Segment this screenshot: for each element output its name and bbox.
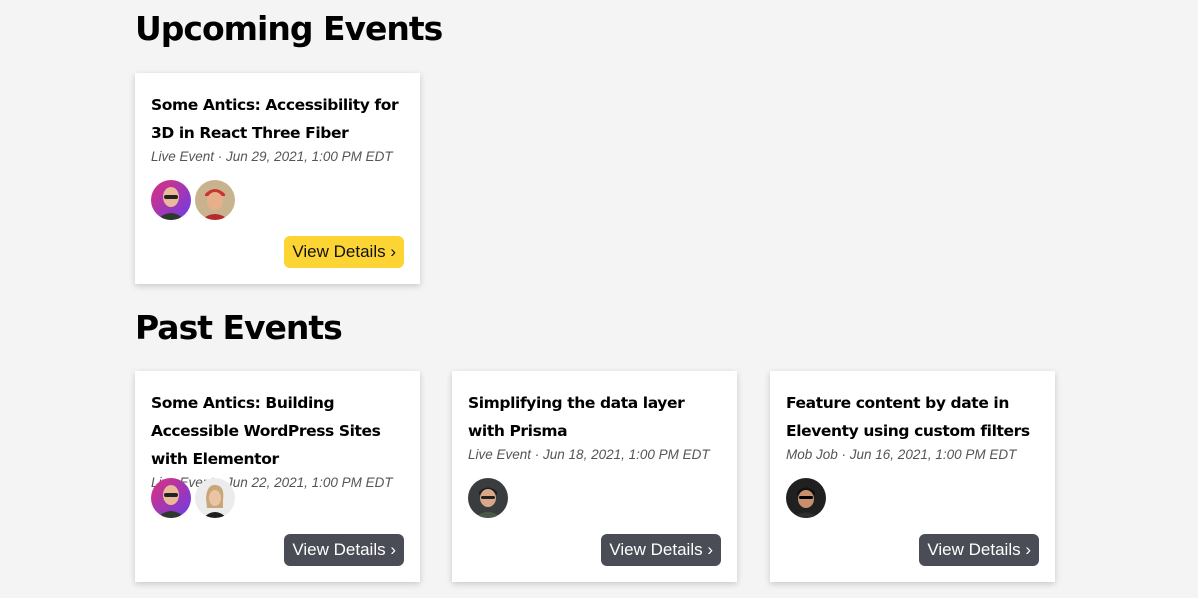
event-meta: Live Event · Jun 18, 2021, 1:00 PM EDT (468, 447, 710, 462)
guest-avatar (195, 180, 235, 220)
event-title[interactable]: Some Antics: Accessibility for 3D in Rea… (151, 91, 404, 147)
past-events-heading: Past Events (135, 308, 343, 347)
event-title[interactable]: Some Antics: Building Accessible WordPre… (151, 389, 404, 473)
host-avatar (151, 478, 191, 518)
event-meta: Live Event · Jun 29, 2021, 1:00 PM EDT (151, 149, 393, 164)
event-title[interactable]: Simplifying the data layer with Prisma (468, 389, 721, 445)
guest-avatar (786, 478, 826, 518)
event-avatars (786, 478, 826, 518)
host-avatar (151, 180, 191, 220)
event-card: Some Antics: Accessibility for 3D in Rea… (135, 73, 420, 284)
event-card: Feature content by date in Eleventy usin… (770, 371, 1055, 582)
event-avatars (151, 478, 235, 518)
event-avatars (468, 478, 508, 518)
upcoming-events-heading: Upcoming Events (135, 9, 443, 48)
view-details-button[interactable]: View Details › (919, 534, 1039, 566)
event-meta: Mob Job · Jun 16, 2021, 1:00 PM EDT (786, 447, 1017, 462)
event-card: Some Antics: Building Accessible WordPre… (135, 371, 420, 582)
view-details-button[interactable]: View Details › (284, 236, 404, 268)
view-details-button[interactable]: View Details › (601, 534, 721, 566)
view-details-button[interactable]: View Details › (284, 534, 404, 566)
event-title[interactable]: Feature content by date in Eleventy usin… (786, 389, 1039, 445)
event-card: Simplifying the data layer with Prisma L… (452, 371, 737, 582)
guest-avatar (468, 478, 508, 518)
guest-avatar (195, 478, 235, 518)
event-avatars (151, 180, 235, 220)
